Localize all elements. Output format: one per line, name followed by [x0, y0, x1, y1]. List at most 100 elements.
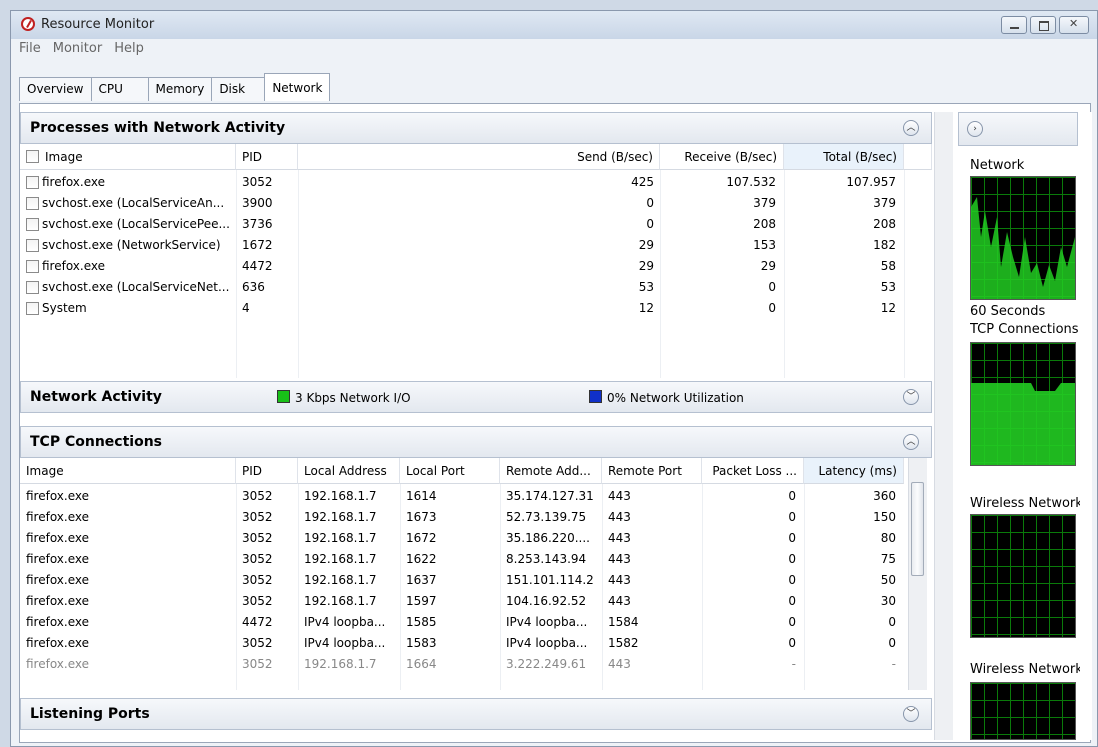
tcp-cell: 3052 [242, 594, 273, 608]
chevron-down-icon[interactable]: ﹀ [903, 706, 919, 722]
process-cell: 0 [768, 280, 776, 294]
wireless-graph-label-1: Wireless Network [970, 496, 1080, 511]
tcp-cell: 0 [888, 636, 896, 650]
process-row[interactable]: firefox.exe 4472 29 29 58 [20, 256, 932, 277]
tab-cpu[interactable]: CPU [90, 77, 149, 101]
tcp-cell: IPv4 loopba... [304, 615, 386, 629]
menu-monitor[interactable]: Monitor [53, 41, 102, 61]
tab-overview[interactable]: Overview [19, 77, 92, 101]
row-checkbox[interactable] [26, 302, 39, 315]
tcp-row[interactable]: firefox.exe 4472 IPv4 loopba... 1585 IPv4 lo… [20, 612, 932, 633]
process-row[interactable]: System 4 12 0 12 [20, 298, 932, 319]
minimize-button[interactable] [1001, 16, 1027, 34]
graphs-toolbar: › [958, 112, 1078, 146]
tcp-cell: firefox.exe [26, 657, 90, 671]
sections-scrollbar[interactable] [934, 112, 953, 740]
tcp-cell: 0 [788, 615, 796, 629]
row-checkbox[interactable] [26, 176, 39, 189]
tcp-col-local-address[interactable]: Local Address [298, 458, 400, 484]
close-button[interactable] [1059, 16, 1089, 34]
tcp-cell: 30 [880, 594, 896, 608]
tcp-col-image[interactable]: Image [20, 458, 236, 484]
menu-help[interactable]: Help [114, 41, 144, 61]
tcp-cell: 192.168.1.7 [304, 552, 377, 566]
tcp-row[interactable]: firefox.exe 3052 192.168.1.7 1637 151.101.11… [20, 570, 932, 591]
process-cell: 4472 [242, 259, 273, 273]
menu-bar: File Monitor Help [19, 41, 144, 61]
processes-header[interactable]: Processes with Network Activity ︿ [20, 112, 932, 144]
process-cell: 53 [638, 280, 654, 294]
tcp-cell: 0 [888, 615, 896, 629]
process-row[interactable]: firefox.exe 3052 425 107.532 107.957 [20, 172, 932, 193]
menu-file[interactable]: File [19, 41, 41, 61]
tcp-col-packet-loss[interactable]: Packet Loss ... [702, 458, 804, 484]
tcp-cell: 0 [788, 552, 796, 566]
processes-col-receive[interactable]: Receive (B/sec) [660, 144, 784, 170]
network-activity-header[interactable]: Network Activity 3 Kbps Network I/O 0% N… [20, 381, 932, 413]
process-row[interactable]: svchost.exe (LocalServiceNet... 636 53 0 53 [20, 277, 932, 298]
tcp-col-local-port[interactable]: Local Port [400, 458, 500, 484]
processes-col-image[interactable]: Image [20, 144, 236, 170]
tcp-cell: 3052 [242, 489, 273, 503]
tcp-cell: 3052 [242, 531, 273, 545]
tab-content: Processes with Network Activity ︿ Image … [19, 103, 1092, 743]
chevron-down-icon[interactable]: ﹀ [903, 389, 919, 405]
tcp-cell: firefox.exe [26, 531, 90, 545]
chevron-up-icon[interactable]: ︿ [903, 434, 919, 450]
tcp-cell: 192.168.1.7 [304, 510, 377, 524]
tcp-col-remote-port[interactable]: Remote Port [602, 458, 702, 484]
select-all-checkbox[interactable] [26, 150, 39, 163]
network-graph-label: Network [970, 158, 1025, 173]
maximize-button[interactable] [1030, 16, 1056, 34]
tcp-connections-title: TCP Connections [30, 434, 162, 450]
row-checkbox[interactable] [26, 281, 39, 294]
tcp-row[interactable]: firefox.exe 3052 192.168.1.7 1622 8.253.143.… [20, 549, 932, 570]
graph-timespan-label: 60 Seconds [970, 304, 1046, 319]
tcp-col-pid[interactable]: PID [236, 458, 298, 484]
listening-ports-header[interactable]: Listening Ports ﹀ [20, 698, 932, 730]
tcp-col-latency[interactable]: Latency (ms) [804, 458, 904, 484]
tcp-graph-label: TCP Connections [970, 322, 1079, 337]
tcp-row[interactable]: firefox.exe 3052 192.168.1.7 1597 104.16.92.… [20, 591, 932, 612]
tcp-cell: 1585 [406, 615, 437, 629]
processes-col-filler [904, 144, 932, 170]
tcp-row[interactable]: firefox.exe 3052 IPv4 loopba... 1583 IPv4 lo… [20, 633, 932, 654]
row-checkbox[interactable] [26, 239, 39, 252]
row-checkbox[interactable] [26, 218, 39, 231]
tcp-row[interactable]: firefox.exe 3052 192.168.1.7 1614 35.174.127… [20, 486, 932, 507]
row-checkbox[interactable] [26, 260, 39, 273]
process-cell: 0 [768, 301, 776, 315]
tab-network[interactable]: Network [264, 73, 331, 101]
tab-disk[interactable]: Disk [211, 77, 266, 101]
tcp-cell: 50 [880, 573, 896, 587]
process-row[interactable]: svchost.exe (LocalServicePee... 3736 0 208 2… [20, 214, 932, 235]
tcp-cell: 192.168.1.7 [304, 657, 377, 671]
tcp-cell: 4472 [242, 615, 273, 629]
processes-col-send[interactable]: Send (B/sec) [298, 144, 660, 170]
tcp-cell: 443 [608, 552, 631, 566]
tcp-row[interactable]: firefox.exe 3052 192.168.1.7 1664 3.222.249.… [20, 654, 932, 675]
tcp-row[interactable]: firefox.exe 3052 192.168.1.7 1672 35.186.220… [20, 528, 932, 549]
process-row[interactable]: svchost.exe (LocalServiceAn... 3900 0 379 37… [20, 193, 932, 214]
chevron-right-icon[interactable]: › [967, 121, 983, 137]
tcp-row[interactable]: firefox.exe 3052 192.168.1.7 1673 52.73.139.… [20, 507, 932, 528]
tcp-cell: 192.168.1.7 [304, 531, 377, 545]
tcp-scrollbar-thumb[interactable] [911, 482, 924, 576]
process-cell: 3736 [242, 217, 273, 231]
processes-table: Image PID Send (B/sec) Receive (B/sec) T… [20, 144, 932, 380]
processes-col-total[interactable]: Total (B/sec) [784, 144, 904, 170]
tcp-cell: 35.174.127.31 [506, 489, 594, 503]
tcp-scrollbar[interactable] [908, 458, 927, 690]
process-row[interactable]: svchost.exe (NetworkService) 1672 29 153 182 [20, 235, 932, 256]
tcp-connections-header[interactable]: TCP Connections ︿ [20, 426, 932, 458]
chevron-up-icon[interactable]: ︿ [903, 120, 919, 136]
tcp-col-remote-address[interactable]: Remote Add... [500, 458, 602, 484]
tcp-cell: 3052 [242, 552, 273, 566]
row-checkbox[interactable] [26, 197, 39, 210]
processes-col-pid[interactable]: PID [236, 144, 298, 170]
process-cell: svchost.exe (NetworkService) [42, 238, 221, 252]
tcp-cell: 443 [608, 510, 631, 524]
tab-memory[interactable]: Memory [147, 77, 213, 101]
tcp-cell: 360 [873, 489, 896, 503]
tcp-cell: 1582 [608, 636, 639, 650]
